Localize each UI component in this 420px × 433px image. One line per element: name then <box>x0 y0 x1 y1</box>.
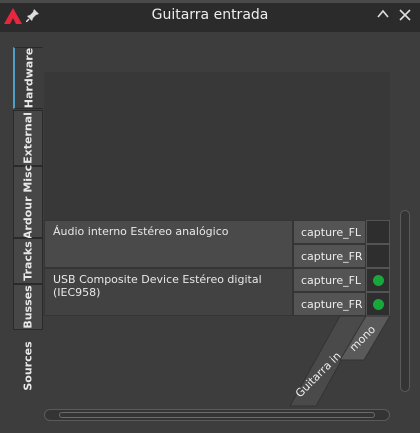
tab-hardware-label: Hardware <box>22 47 36 109</box>
matrix-cell[interactable] <box>366 268 390 292</box>
tab-tracks-label: Tracks <box>21 241 35 281</box>
tab-ardour-misc-label: Ardour Misc <box>21 164 35 240</box>
port-label: capture_FR <box>293 244 366 268</box>
horizontal-scrollbar-thumb[interactable] <box>59 412 375 418</box>
close-icon[interactable] <box>399 9 411 21</box>
title-bar: Guitarra entrada <box>0 0 420 32</box>
horizontal-scrollbar[interactable] <box>44 409 390 421</box>
window-title: Guitarra entrada <box>151 7 269 23</box>
tab-tracks[interactable]: Tracks <box>13 238 43 284</box>
matrix-cell[interactable] <box>366 220 390 244</box>
tab-hardware[interactable]: Hardware <box>13 47 43 109</box>
connection-indicator <box>373 275 384 286</box>
row-device-internal-audio: Áudio interno Estéreo analógico <box>44 220 293 268</box>
column-header: Guitarra in mono <box>289 315 391 407</box>
row-device-usb-composite: USB Composite Device Estéreo digital (IE… <box>44 268 293 316</box>
title-bar-stripe <box>0 0 420 3</box>
tab-busses[interactable]: Busses <box>13 284 43 330</box>
tab-sources[interactable]: Sources <box>13 340 43 392</box>
tab-busses-label: Busses <box>21 285 35 329</box>
tab-sources-label: Sources <box>21 341 35 391</box>
tab-external-label: External <box>21 112 35 164</box>
port-label: capture_FL <box>293 268 366 292</box>
tab-ardour-misc[interactable]: Ardour Misc <box>13 164 43 240</box>
port-label: capture_FL <box>293 220 366 244</box>
connection-indicator <box>373 299 384 310</box>
row-device-label: USB Composite Device Estéreo digital (IE… <box>53 273 262 299</box>
row-device-label: Áudio interno Estéreo analógico <box>53 225 229 238</box>
tab-external[interactable]: External <box>13 110 43 166</box>
vertical-scrollbar[interactable] <box>400 210 410 392</box>
chevron-up-icon[interactable] <box>377 9 389 19</box>
matrix-cell[interactable] <box>366 244 390 268</box>
